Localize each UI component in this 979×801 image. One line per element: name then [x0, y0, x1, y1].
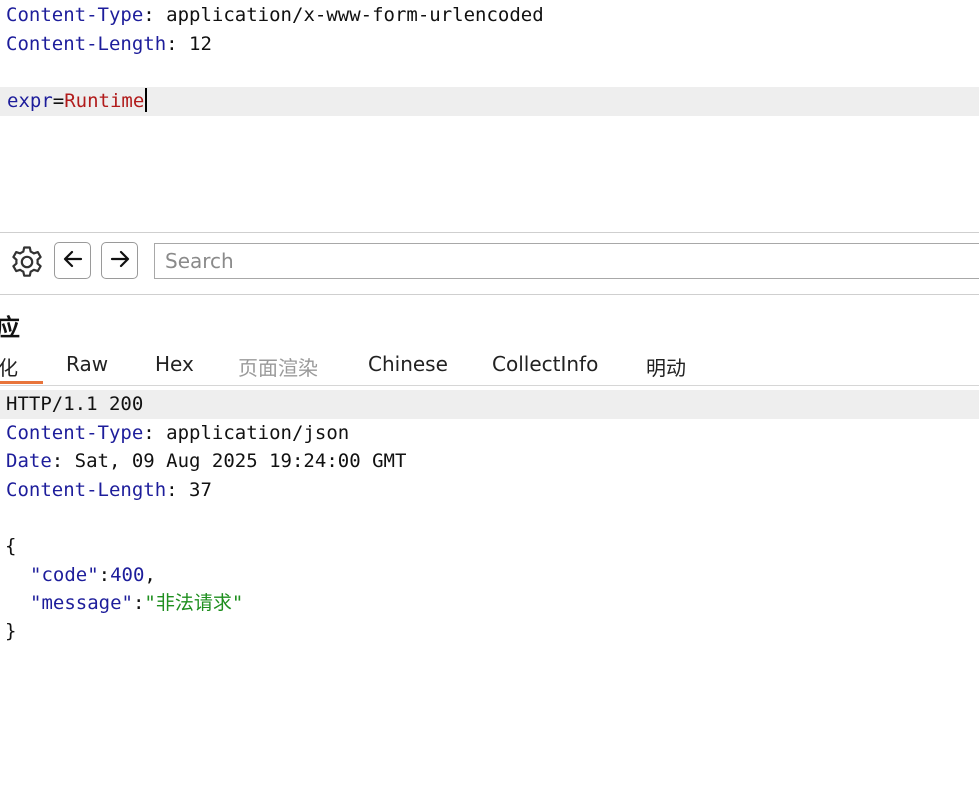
tab-render[interactable]: 页面渲染: [238, 352, 318, 381]
panel-divider: [0, 294, 979, 295]
response-header-line: Content-Type: application/json: [6, 422, 350, 444]
header-name: Content-Length: [6, 33, 167, 55]
json-key: "message": [30, 592, 133, 614]
tab-mingdong[interactable]: 明动: [646, 352, 686, 381]
response-header-line: Content-Length: 37: [6, 479, 212, 501]
search-field[interactable]: [154, 243, 979, 279]
tab-chinese[interactable]: Chinese: [368, 352, 448, 376]
back-button[interactable]: [54, 242, 91, 279]
json-line: "code":400,: [30, 564, 156, 586]
json-close-brace: }: [0, 617, 979, 646]
json-number-value: 400: [110, 564, 145, 586]
header-name: Content-Type: [6, 422, 144, 444]
brace: }: [5, 620, 17, 642]
request-header-line[interactable]: Content-Length: 12: [0, 30, 979, 59]
json-open-brace: {: [0, 532, 979, 561]
tab-hex[interactable]: Hex: [155, 352, 194, 376]
header-value: Sat, 09 Aug 2025 19:24:00 GMT: [74, 450, 407, 472]
status-line-text: HTTP/1.1 200: [6, 393, 144, 415]
request-body-line[interactable]: expr=Runtime: [0, 87, 979, 116]
search-input[interactable]: [155, 244, 979, 278]
text-caret: [145, 88, 148, 112]
brace: {: [5, 535, 17, 557]
arrow-right-icon: [108, 247, 132, 275]
gear-icon[interactable]: [8, 243, 46, 281]
header-value: application/json: [166, 422, 350, 444]
header-value: 37: [189, 479, 212, 501]
header-name: Date: [6, 450, 52, 472]
panel-title: 应: [0, 314, 20, 342]
header-name: Content-Type: [6, 4, 144, 26]
body-param-name: expr: [7, 90, 53, 112]
header-value: application/x-www-form-urlencoded: [166, 4, 544, 26]
header-value: 12: [189, 33, 212, 55]
tab-raw[interactable]: Raw: [66, 352, 108, 376]
tabs-divider: [0, 385, 979, 386]
active-tab-indicator: [0, 381, 43, 384]
forward-button[interactable]: [101, 242, 138, 279]
json-key: "code": [30, 564, 99, 586]
body-equals: =: [52, 90, 65, 112]
arrow-left-icon: [61, 247, 85, 275]
tab-pretty[interactable]: 化: [0, 352, 18, 381]
response-status-line: HTTP/1.1 200: [0, 390, 979, 419]
panel-divider[interactable]: [0, 232, 979, 233]
tab-collectinfo[interactable]: CollectInfo: [492, 352, 598, 376]
request-header-line[interactable]: Content-Type: application/x-www-form-url…: [0, 1, 979, 30]
response-header-line: Date: Sat, 09 Aug 2025 19:24:00 GMT: [6, 450, 407, 472]
body-param-value: Runtime: [64, 90, 145, 112]
json-line: "message":"非法请求": [30, 592, 244, 614]
json-string-value: "非法请求": [144, 592, 244, 614]
header-name: Content-Length: [6, 479, 167, 501]
